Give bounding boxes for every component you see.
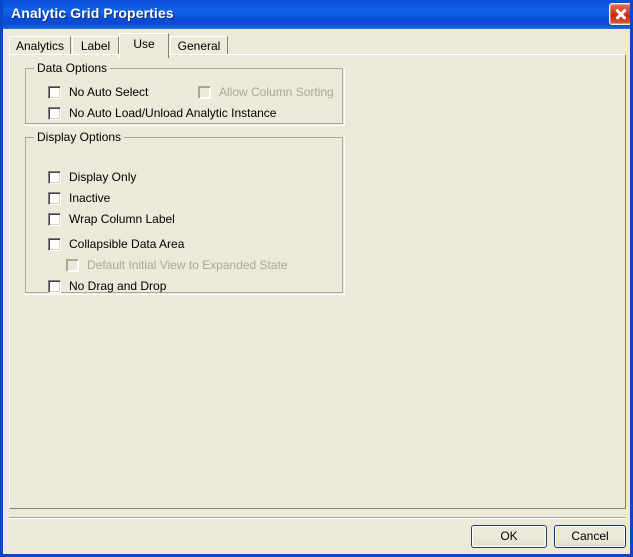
checkbox-label: Allow Column Sorting xyxy=(219,85,334,99)
tab-page-use: Data Options No Auto Select Allow Column… xyxy=(9,54,626,509)
group-data-options-label: Data Options xyxy=(34,61,111,75)
checkbox-label: No Auto Load/Unload Analytic Instance xyxy=(69,106,277,120)
close-icon[interactable] xyxy=(609,3,630,25)
analytic-grid-properties-dialog: Analytic Grid Properties Analytics Label… xyxy=(0,0,633,557)
checkbox-label: Default Initial View to Expanded State xyxy=(87,258,288,272)
checkbox-indicator xyxy=(48,238,61,251)
checkbox-indicator xyxy=(48,171,61,184)
checkbox-allow-column-sorting: Allow Column Sorting xyxy=(198,86,334,99)
tab-analytics[interactable]: Analytics xyxy=(9,36,71,55)
checkbox-display-only[interactable]: Display Only xyxy=(48,171,136,184)
checkbox-indicator xyxy=(198,86,211,99)
checkbox-label: Inactive xyxy=(69,191,111,205)
checkbox-label: No Auto Select xyxy=(69,85,149,99)
checkbox-no-auto-load-unload-analytic-instance[interactable]: No Auto Load/Unload Analytic Instance xyxy=(48,107,276,120)
cancel-button[interactable]: Cancel xyxy=(554,525,626,548)
tab-strip: Analytics Label Use General xyxy=(9,33,624,58)
group-display-options-label: Display Options xyxy=(34,130,125,144)
checkbox-indicator xyxy=(48,86,61,99)
checkbox-label: Wrap Column Label xyxy=(69,212,175,226)
group-data-options: Data Options No Auto Select Allow Column… xyxy=(25,61,345,126)
checkbox-label: No Drag and Drop xyxy=(69,279,167,293)
checkbox-label: Collapsible Data Area xyxy=(69,237,185,251)
ok-button[interactable]: OK xyxy=(471,525,547,548)
checkbox-indicator xyxy=(66,259,79,272)
tab-general[interactable]: General xyxy=(170,36,228,55)
window-title: Analytic Grid Properties xyxy=(11,5,174,21)
checkbox-wrap-column-label[interactable]: Wrap Column Label xyxy=(48,213,175,226)
group-display-options: Display Options Display Only Inactive Wr… xyxy=(25,130,345,295)
checkbox-no-drag-and-drop[interactable]: No Drag and Drop xyxy=(48,280,166,293)
checkbox-collapsible-data-area[interactable]: Collapsible Data Area xyxy=(48,238,184,251)
checkbox-inactive[interactable]: Inactive xyxy=(48,192,110,205)
checkbox-default-initial-view-to-expanded-state: Default Initial View to Expanded State xyxy=(66,259,288,272)
tab-label[interactable]: Label xyxy=(72,36,119,55)
checkbox-indicator xyxy=(48,280,61,293)
checkbox-indicator xyxy=(48,107,61,120)
tab-use[interactable]: Use xyxy=(119,33,169,58)
checkbox-no-auto-select[interactable]: No Auto Select xyxy=(48,86,148,99)
checkbox-indicator xyxy=(48,192,61,205)
checkbox-indicator xyxy=(48,213,61,226)
footer-separator xyxy=(9,517,626,519)
checkbox-label: Display Only xyxy=(69,170,137,184)
title-bar: Analytic Grid Properties xyxy=(3,0,630,29)
